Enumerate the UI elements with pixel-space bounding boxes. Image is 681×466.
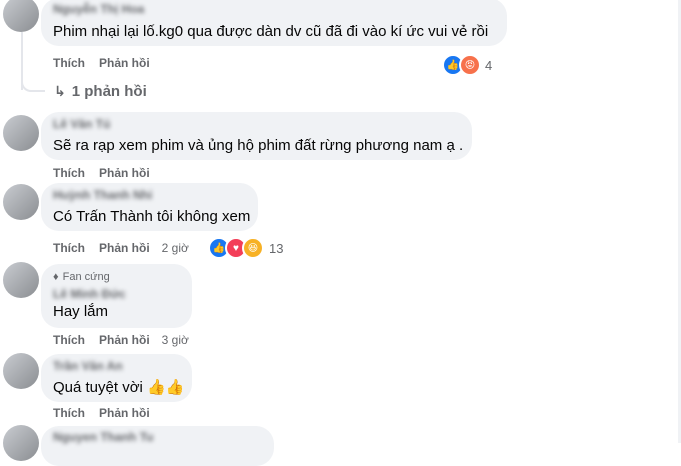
reply-button[interactable]: Phản hồi bbox=[99, 406, 150, 420]
thread-connector bbox=[21, 74, 45, 92]
comment-author[interactable]: Nguyen Thanh Tu bbox=[53, 430, 262, 444]
reply-button[interactable]: Phản hồi bbox=[99, 166, 150, 180]
comment-time[interactable]: 2 giờ bbox=[162, 241, 189, 255]
avatar[interactable] bbox=[3, 353, 39, 389]
comment-actions: Thích Phản hồi 2 giờ bbox=[53, 241, 189, 255]
comment-text: Phim nhại lại lố.kg0 qua được dàn dv cũ … bbox=[53, 23, 489, 40]
like-button[interactable]: Thích bbox=[53, 241, 85, 255]
avatar[interactable] bbox=[3, 262, 39, 298]
reaction-summary[interactable]: 👍 ♥ 😆 13 bbox=[208, 237, 283, 259]
replies-count: 1 phản hồi bbox=[71, 83, 147, 100]
view-replies-link[interactable]: ↳ 1 phản hồi bbox=[54, 83, 147, 100]
angry-icon: 😡 bbox=[459, 54, 481, 76]
comment-bubble: Trần Văn An Quá tuyệt vời 👍👍 bbox=[41, 354, 192, 402]
reaction-summary[interactable]: 👍 😡 4 bbox=[442, 54, 492, 76]
like-button[interactable]: Thích bbox=[53, 406, 85, 420]
comment-bubble: Nguyễn Thị Hoa Phim nhại lại lố.kg0 qua … bbox=[41, 0, 507, 46]
comment-bubble: Nguyen Thanh Tu bbox=[41, 426, 274, 466]
comment-bubble: Lê Văn Tú Sẽ ra rạp xem phim và ủng hộ p… bbox=[41, 112, 472, 160]
reply-button[interactable]: Phản hồi bbox=[99, 333, 150, 347]
reply-button[interactable]: Phản hồi bbox=[99, 56, 150, 70]
avatar[interactable] bbox=[3, 184, 39, 220]
comment-author[interactable]: Lê Minh Đức bbox=[53, 287, 180, 301]
comment-text: Hay lắm bbox=[53, 303, 109, 320]
avatar[interactable] bbox=[3, 115, 39, 151]
like-button[interactable]: Thích bbox=[53, 166, 85, 180]
haha-icon: 😆 bbox=[242, 237, 264, 259]
comment-actions: Thích Phản hồi bbox=[53, 406, 150, 420]
reply-button[interactable]: Phản hồi bbox=[99, 241, 150, 255]
reply-arrow-icon: ↳ bbox=[54, 83, 66, 99]
comment-text: Sẽ ra rạp xem phim và ủng hộ phim đất rừ… bbox=[53, 137, 464, 154]
reaction-count: 4 bbox=[485, 57, 493, 73]
comment-author[interactable]: Lê Văn Tú bbox=[53, 117, 460, 131]
comment-actions: Thích Phản hồi 3 giờ bbox=[53, 333, 189, 347]
diamond-icon: ♦ bbox=[53, 271, 59, 283]
reaction-count: 13 bbox=[269, 240, 284, 256]
comment-author[interactable]: Huỳnh Thanh Nhi bbox=[53, 188, 246, 202]
like-button[interactable]: Thích bbox=[53, 56, 85, 70]
like-button[interactable]: Thích bbox=[53, 333, 85, 347]
fan-badge-label: Fan cứng bbox=[62, 271, 110, 283]
comment-author[interactable]: Trần Văn An bbox=[53, 359, 180, 373]
comment-text: Có Trấn Thành tôi không xem bbox=[53, 208, 251, 225]
comment-actions: Thích Phản hồi bbox=[53, 166, 150, 180]
avatar[interactable] bbox=[3, 0, 39, 32]
avatar[interactable] bbox=[3, 425, 39, 461]
comment-actions: Thích Phản hồi bbox=[53, 56, 150, 70]
comment-bubble: ♦ Fan cứng Lê Minh Đức Hay lắm bbox=[41, 264, 192, 328]
comment-bubble: Huỳnh Thanh Nhi Có Trấn Thành tôi không … bbox=[41, 183, 258, 231]
comment-author[interactable]: Nguyễn Thị Hoa bbox=[53, 2, 495, 16]
comment-text: Quá tuyệt vời 👍👍 bbox=[53, 379, 185, 396]
fan-badge: ♦ Fan cứng bbox=[53, 270, 180, 284]
comment-time[interactable]: 3 giờ bbox=[162, 333, 189, 347]
